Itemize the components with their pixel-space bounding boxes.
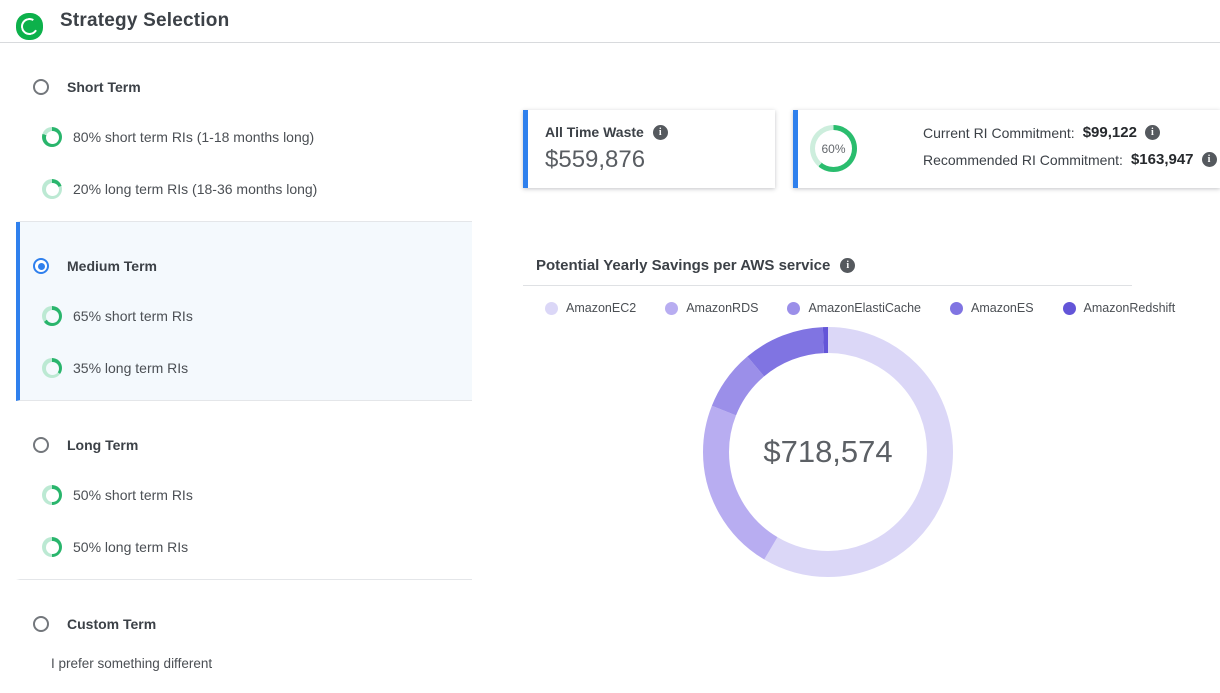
- chart-divider: [523, 285, 1132, 286]
- recommended-ri-value: $163,947: [1131, 151, 1194, 168]
- legend-item-AmazonRDS[interactable]: AmazonRDS: [665, 301, 758, 315]
- strategy-option-label: 35% long term RIs: [73, 360, 188, 376]
- strategy-label: Medium Term: [67, 258, 157, 274]
- strategy-list: Short Term 80% short term RIs (1-18 month…: [16, 43, 472, 693]
- legend-dot-icon: [1063, 302, 1076, 315]
- strategy-label: Custom Term: [67, 616, 156, 632]
- ri-commitment-card: 60% Current RI Commitment: $99,122 Recom…: [793, 110, 1220, 188]
- strategy-section-short: Short Term 80% short term RIs (1-18 month…: [16, 43, 472, 222]
- strategy-section-long: Long Term 50% short term RIs 50% long term…: [16, 401, 472, 580]
- radio-custom[interactable]: [33, 616, 49, 632]
- strategy-label: Long Term: [67, 437, 138, 453]
- chart-legend: AmazonEC2 AmazonRDS AmazonElastiCache Amazo…: [545, 301, 1175, 315]
- info-icon[interactable]: [1145, 125, 1160, 140]
- info-icon[interactable]: [653, 125, 668, 140]
- strategy-section-custom: Custom Term I prefer something different: [16, 580, 472, 693]
- strategy-option-row: 35% long term RIs: [20, 358, 472, 378]
- savings-donut-chart: $718,574: [703, 327, 953, 577]
- app-logo-icon: [16, 13, 43, 40]
- legend-item-AmazonElastiCache[interactable]: AmazonElastiCache: [787, 301, 921, 315]
- chart-title: Potential Yearly Savings per AWS service: [536, 257, 830, 274]
- legend-dot-icon: [665, 302, 678, 315]
- strategy-radio-row-short[interactable]: Short Term: [20, 79, 472, 95]
- strategy-radio-row-custom[interactable]: Custom Term: [20, 616, 472, 632]
- page-title: Strategy Selection: [60, 0, 229, 42]
- legend-item-AmazonRedshift[interactable]: AmazonRedshift: [1063, 301, 1176, 315]
- all-time-waste-value: $559,876: [545, 146, 775, 174]
- recommended-ri-label: Recommended RI Commitment:: [923, 152, 1123, 168]
- ri-split-donut-icon: [42, 179, 62, 199]
- legend-label: AmazonElastiCache: [808, 301, 921, 315]
- legend-label: AmazonRedshift: [1084, 301, 1176, 315]
- strategy-option-row: 20% long term RIs (18-36 months long): [20, 179, 472, 199]
- ri-split-donut-icon: [42, 358, 62, 378]
- legend-dot-icon: [787, 302, 800, 315]
- legend-label: AmazonES: [971, 301, 1034, 315]
- strategy-option-label: 65% short term RIs: [73, 308, 193, 324]
- strategy-option-row: 80% short term RIs (1-18 months long): [20, 127, 472, 147]
- legend-dot-icon: [545, 302, 558, 315]
- all-time-waste-card: All Time Waste $559,876: [523, 110, 775, 188]
- info-icon[interactable]: [840, 258, 855, 273]
- legend-item-AmazonEC2[interactable]: AmazonEC2: [545, 301, 636, 315]
- radio-medium-selected[interactable]: [33, 258, 49, 274]
- current-ri-label: Current RI Commitment:: [923, 125, 1075, 141]
- savings-total-value: $718,574: [703, 327, 953, 577]
- strategy-option-label: 20% long term RIs (18-36 months long): [73, 181, 317, 197]
- radio-long[interactable]: [33, 437, 49, 453]
- strategy-option-label: 50% short term RIs: [73, 487, 193, 503]
- commitment-progress-ring: 60%: [810, 125, 857, 172]
- info-icon[interactable]: [1202, 152, 1217, 167]
- legend-dot-icon: [950, 302, 963, 315]
- strategy-option-row: 50% short term RIs: [20, 485, 472, 505]
- strategy-option-row: 65% short term RIs: [20, 306, 472, 326]
- strategy-option-label: 80% short term RIs (1-18 months long): [73, 129, 314, 145]
- app-header: Strategy Selection: [0, 0, 1220, 43]
- current-ri-value: $99,122: [1083, 124, 1137, 141]
- all-time-waste-label: All Time Waste: [545, 124, 644, 140]
- ri-split-donut-icon: [42, 127, 62, 147]
- ri-split-donut-icon: [42, 485, 62, 505]
- strategy-option-row: 50% long term RIs: [20, 537, 472, 557]
- strategy-label: Short Term: [67, 79, 141, 95]
- strategy-section-medium: Medium Term 65% short term RIs 35% long te…: [16, 222, 472, 401]
- strategy-radio-row-long[interactable]: Long Term: [20, 437, 472, 453]
- strategy-radio-row-medium[interactable]: Medium Term: [20, 258, 472, 274]
- strategy-description: I prefer something different: [20, 656, 472, 671]
- legend-item-AmazonES[interactable]: AmazonES: [950, 301, 1034, 315]
- commitment-percent: 60%: [810, 125, 857, 172]
- legend-label: AmazonEC2: [566, 301, 636, 315]
- legend-label: AmazonRDS: [686, 301, 758, 315]
- radio-short[interactable]: [33, 79, 49, 95]
- strategy-option-label: 50% long term RIs: [73, 539, 188, 555]
- ri-split-donut-icon: [42, 537, 62, 557]
- ri-split-donut-icon: [42, 306, 62, 326]
